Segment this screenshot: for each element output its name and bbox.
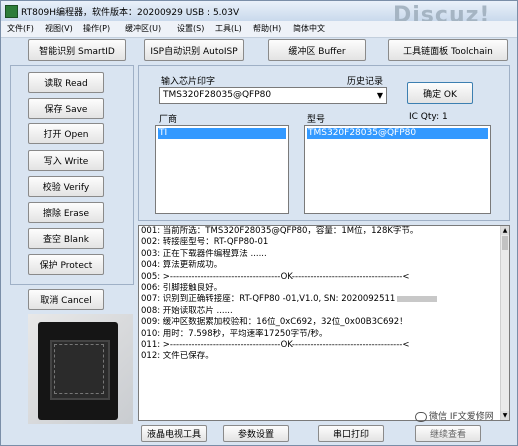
menu-operate[interactable]: 操作(P) [83, 23, 110, 34]
blank-check-button[interactable]: 查空 Blank [28, 228, 104, 249]
vendor-list[interactable]: TI [155, 125, 289, 214]
ok-button[interactable]: 确定 OK [407, 82, 473, 104]
chip-icon [5, 5, 18, 18]
chip-part-combobox[interactable]: TMS320F28035@QFP80 ▼ [159, 87, 387, 104]
log-line: 003: 正在下载器件编程算法 ...... [141, 248, 267, 259]
protect-button[interactable]: 保护 Protect [28, 254, 104, 275]
menu-bar: 文件(F) 视图(V) 操作(P) 缓冲区(U) 设置(S) 工具(L) 帮助(… [1, 21, 517, 38]
menu-help[interactable]: 帮助(H) [253, 23, 281, 34]
log-line: 004: 算法更新成功。 [141, 260, 223, 271]
log-scrollbar[interactable]: ▲ ▼ [500, 226, 509, 420]
model-list[interactable]: TMS320F28035@QFP80 [304, 125, 491, 214]
redacted-block [397, 295, 438, 302]
wechat-text: 微信 IF文爱修网 [429, 412, 494, 422]
chip-part-value: TMS320F28035@QFP80 [163, 90, 272, 100]
menu-view[interactable]: 视图(V) [45, 23, 73, 34]
app-window: RT809H编程器，软件版本：20200929 USB : 5.03V Disc… [0, 0, 518, 446]
menu-language[interactable]: 简体中文 [293, 23, 325, 34]
model-list-item[interactable]: TMS320F28035@QFP80 [307, 128, 488, 139]
params-button[interactable]: 参数设置 [223, 425, 289, 442]
buffer-button[interactable]: 缓冲区 Buffer [268, 39, 366, 61]
log-line-serial: 007: 识别到正确转接座：RT-QFP80 -01,V1.0, SN: 202… [139, 294, 509, 305]
write-button[interactable]: 写入 Write [28, 150, 104, 171]
log-line: 006: 引脚接触良好。 [141, 282, 223, 293]
wechat-icon [415, 411, 427, 422]
scroll-down-icon[interactable]: ▼ [501, 411, 509, 420]
log-line-text: 007: 识别到正确转接座：RT-QFP80 -01,V1.0, SN: 202… [141, 294, 396, 305]
read-button[interactable]: 读取 Read [28, 72, 104, 93]
toolchain-button[interactable]: 工具链面板 Toolchain [388, 39, 508, 61]
model-label: 型号 [307, 115, 326, 125]
log-line: 010: 用时：7.598秒，平均速率17250字节/秒。 [141, 328, 328, 339]
menu-tools[interactable]: 工具(L) [215, 23, 242, 34]
ic-qty-label: IC Qty: 1 [409, 112, 448, 122]
open-button[interactable]: 打开 Open [28, 123, 104, 144]
log-line: 012: 文件已保存。 [141, 351, 214, 362]
scroll-up-icon[interactable]: ▲ [501, 226, 509, 235]
menu-buffer[interactable]: 缓冲区(U) [125, 23, 161, 34]
log-line: 009: 缓冲区数据累加校验和：16位_0xC692，32位_0x00B3C69… [141, 317, 408, 328]
wechat-watermark: 微信 IF文爱修网 [415, 409, 494, 422]
cancel-button[interactable]: 取消 Cancel [28, 289, 104, 310]
log-line: 002: 转接座型号：RT-QFP80-01 [141, 237, 269, 248]
chip-input-label: 输入芯片印字 [161, 77, 216, 87]
smart-id-button[interactable]: 智能识别 SmartID [28, 39, 126, 61]
history-label: 历史记录 [347, 77, 384, 87]
vendor-list-item[interactable]: TI [158, 128, 286, 139]
log-line: 005: >----------------------------------… [141, 271, 410, 282]
verify-button[interactable]: 校验 Verify [28, 176, 104, 197]
title-bar: RT809H编程器，软件版本：20200929 USB : 5.03V Disc… [1, 1, 517, 28]
save-button[interactable]: 保存 Save [28, 98, 104, 119]
qfp-socket-image [38, 322, 118, 420]
adapter-socket-photo [28, 314, 133, 424]
chevron-down-icon[interactable]: ▼ [377, 91, 383, 100]
window-title: RT809H编程器，软件版本：20200929 USB : 5.03V [21, 8, 240, 18]
lcd-tool-button[interactable]: 液晶电视工具 [141, 425, 207, 442]
socket-pins [54, 344, 104, 394]
isp-auto-button[interactable]: ISP自动识别 AutoISP [144, 39, 244, 61]
scrollbar-thumb[interactable] [502, 236, 508, 250]
menu-file[interactable]: 文件(F) [7, 23, 34, 34]
log-line: 008: 开始读取芯片 ...... [141, 305, 233, 316]
log-line: 011: >----------------------------------… [141, 339, 410, 350]
menu-settings[interactable]: 设置(S) [177, 23, 204, 34]
erase-button[interactable]: 擦除 Erase [28, 202, 104, 223]
view-more-button[interactable]: 继续查看 [415, 425, 481, 442]
log-output[interactable]: 001: 当前所选：TMS320F28035@QFP80，容量：1M位，128K… [138, 225, 510, 421]
serial-print-button[interactable]: 串口打印 [318, 425, 384, 442]
log-line: 001: 当前所选：TMS320F28035@QFP80，容量：1M位，128K… [141, 226, 419, 236]
vendor-label: 厂商 [159, 115, 178, 125]
